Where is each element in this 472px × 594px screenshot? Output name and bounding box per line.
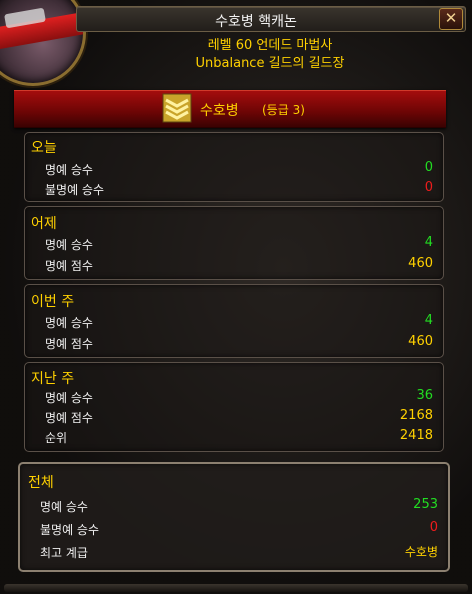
section-title: 이번 주 bbox=[31, 294, 75, 310]
frame-bottom-border bbox=[4, 584, 468, 592]
rank-grade: (등급 3) bbox=[262, 103, 305, 117]
section-lifetime: 전체 명예 승수 253 불명예 승수 0 최고 계급 수호병 bbox=[18, 462, 450, 572]
section-title: 전체 bbox=[28, 475, 54, 491]
row-label: 명예 승수 bbox=[45, 316, 93, 330]
rank-header: 수호병 (등급 3) bbox=[14, 90, 446, 128]
row-label: 명예 승수 bbox=[40, 500, 88, 514]
row-value: 수호병 bbox=[404, 545, 438, 559]
section-title: 어제 bbox=[31, 216, 57, 232]
section-title: 지난 주 bbox=[31, 371, 75, 387]
section-today: 오늘 명예 승수 0 불명예 승수 0 bbox=[24, 132, 444, 202]
section-title: 오늘 bbox=[31, 140, 57, 156]
row-label: 불명예 승수 bbox=[40, 523, 100, 537]
row-label: 명예 점수 bbox=[45, 259, 93, 273]
character-level-class: 레벨 60 언데드 마법사 bbox=[207, 38, 333, 53]
window-title: 수호병 핵캐논 bbox=[215, 14, 297, 30]
row-value: 0 bbox=[424, 180, 433, 195]
row-value: 2168 bbox=[399, 408, 433, 423]
honor-window: 수호병 핵캐논 ✕ 레벨 60 언데드 마법사 Unbalance 길드의 길드… bbox=[0, 0, 472, 594]
row-value: 460 bbox=[408, 334, 433, 349]
row-value: 253 bbox=[413, 497, 438, 512]
row-value: 36 bbox=[416, 388, 433, 403]
row-value: 460 bbox=[408, 256, 433, 271]
row-label: 최고 계급 bbox=[40, 546, 88, 560]
row-label: 명예 점수 bbox=[45, 411, 93, 425]
section-yesterday: 어제 명예 승수 4 명예 점수 460 bbox=[24, 206, 444, 280]
row-value: 4 bbox=[424, 235, 433, 250]
row-label: 불명예 승수 bbox=[45, 183, 105, 197]
row-label: 명예 점수 bbox=[45, 337, 93, 351]
title-bar: 수호병 핵캐논 ✕ bbox=[76, 6, 466, 32]
close-button[interactable]: ✕ bbox=[439, 8, 463, 30]
section-this-week: 이번 주 명예 승수 4 명예 점수 460 bbox=[24, 284, 444, 358]
row-label: 명예 승수 bbox=[45, 163, 93, 177]
section-last-week: 지난 주 명예 승수 36 명예 점수 2168 순위 2418 bbox=[24, 362, 444, 452]
row-value: 4 bbox=[424, 313, 433, 328]
row-value: 0 bbox=[429, 520, 438, 535]
row-value: 0 bbox=[424, 160, 433, 175]
rank-name: 수호병 bbox=[200, 103, 239, 119]
row-value: 2418 bbox=[399, 428, 433, 443]
row-label: 순위 bbox=[45, 431, 68, 445]
row-label: 명예 승수 bbox=[45, 238, 93, 252]
row-label: 명예 승수 bbox=[45, 391, 93, 405]
rank-chevron-icon bbox=[162, 93, 192, 123]
character-guild: Unbalance 길드의 길드장 bbox=[195, 56, 345, 71]
